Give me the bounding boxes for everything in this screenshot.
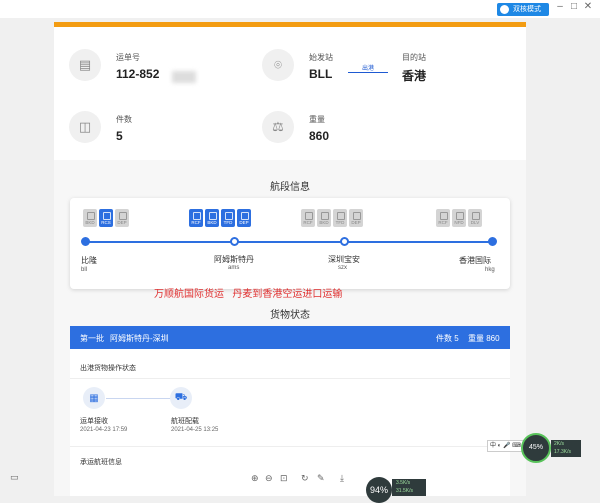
event-dep-icon: DEP	[115, 209, 129, 227]
event-rcf-icon: RCF	[436, 209, 450, 227]
event-bkd-icon: BKD	[83, 209, 97, 227]
stop-node	[488, 237, 497, 246]
route-track	[84, 241, 494, 243]
route-arrow	[348, 72, 388, 73]
route-label: 出港	[362, 66, 375, 72]
origin-label: 始发站	[309, 53, 333, 62]
stop-code: hkg	[485, 267, 495, 273]
waybill-info-panel: ▤ 运单号 112-852 ⌾ 始发站 BLL 出港 目的站 香港 ◫ 件数 5…	[54, 27, 526, 160]
maximize-button[interactable]: □	[567, 1, 581, 12]
redacted-block	[172, 71, 196, 83]
stop-node	[81, 237, 90, 246]
scale-icon: ⚖	[262, 111, 294, 143]
batch-label: 第一批	[80, 334, 104, 343]
destination-value: 香港	[402, 69, 427, 83]
divider	[70, 446, 510, 447]
tray-upload: 2K/s	[554, 441, 565, 447]
batch-weight: 重量 860	[468, 334, 500, 343]
fit-page-icon[interactable]: ⊡	[280, 473, 288, 484]
step-label: 运单接收	[80, 418, 108, 425]
zoom-in-icon[interactable]: ⊕	[251, 473, 259, 484]
badge-label: 双核模式	[513, 6, 541, 13]
status-title: 出港货物操作状态	[80, 365, 136, 372]
event-nfd-icon: NFD	[452, 209, 466, 227]
package-icon: ◫	[69, 111, 101, 143]
stop-node	[230, 237, 239, 246]
network-speed-widget: 3.5K/s 31.5K/s	[392, 479, 426, 496]
location-pin-icon: ⌾	[262, 49, 294, 81]
destination-label: 目的站	[402, 53, 426, 62]
divider	[70, 378, 510, 379]
cpu-ring: 45%	[521, 433, 551, 463]
event-dep-icon: DEP	[237, 209, 251, 227]
download-speed: 31.5K/s	[396, 488, 413, 494]
cargo-batch-header[interactable]: 第一批 阿姆斯特丹-深圳 件数 5 重量 860	[70, 326, 510, 349]
event-rcf-icon: RCF	[189, 209, 203, 227]
event-dlv-icon: DLV	[468, 209, 482, 227]
browser-logo-icon	[500, 5, 509, 14]
promo-note: 万顺航国际货运 丹麦到香港空运进口运输	[154, 289, 343, 300]
flight-segment-card: BKD RCS DEP RCF BKD TFD DEP RCF BKD TFD DEP RCF NFD D…	[70, 198, 510, 289]
step-time: 2021-04-23 17:59	[80, 427, 128, 433]
zoom-indicator: 94%	[366, 477, 392, 503]
weight-label: 重量	[309, 115, 325, 124]
batch-pieces: 件数 5	[436, 334, 459, 343]
stop-city: 比隆	[81, 256, 97, 265]
cargo-section-title: 货物状态	[270, 310, 310, 321]
stop-city: 阿姆斯特丹	[214, 255, 254, 264]
flight-info-title: 承运航班信息	[80, 459, 122, 466]
stop-code: ams	[228, 265, 240, 271]
waybill-label: 运单号	[116, 53, 140, 62]
stop-city: 香港国际	[459, 256, 491, 265]
event-rcs-icon: RCS	[99, 209, 113, 227]
step-time: 2021-04-25 13:25	[171, 427, 219, 433]
zoom-out-icon[interactable]: ⊖	[265, 473, 273, 484]
event-bkd-icon: BKD	[205, 209, 219, 227]
draw-icon[interactable]: ✎	[317, 473, 325, 484]
tray-download: 17.3K/s	[554, 449, 571, 455]
stop-city: 深圳宝安	[328, 255, 360, 264]
stop-node	[340, 237, 349, 246]
event-bkd-icon: BKD	[317, 209, 331, 227]
window-titlebar: 双核模式 – □ ✕	[0, 0, 600, 18]
close-button[interactable]: ✕	[581, 1, 595, 12]
weight-value: 860	[309, 129, 330, 143]
upload-speed: 3.5K/s	[396, 480, 411, 486]
document-icon: ▤	[69, 49, 101, 81]
step-label: 航班配载	[171, 418, 199, 425]
waybill-number: 112-852	[116, 67, 160, 81]
zoom-value: 94	[369, 485, 380, 495]
event-rcf-icon: RCF	[301, 209, 315, 227]
viewer-toolbar	[0, 470, 600, 496]
flight-section-title: 航段信息	[270, 182, 310, 193]
tray-speed-widget: 2K/s 17.3K/s	[551, 440, 581, 457]
origin-value: BLL	[309, 67, 333, 81]
pieces-value: 5	[116, 129, 123, 143]
stop-code: szx	[338, 265, 347, 271]
event-tfd-icon: TFD	[221, 209, 235, 227]
rotate-icon[interactable]: ↻	[301, 473, 309, 484]
building-icon: ▦	[83, 387, 105, 409]
zoom-unit: %	[380, 485, 389, 495]
tracking-page: ▤ 运单号 112-852 ⌾ 始发站 BLL 出港 目的站 香港 ◫ 件数 5…	[54, 22, 526, 496]
cargo-load-icon: ⛟	[170, 387, 192, 409]
event-tfd-icon: TFD	[333, 209, 347, 227]
event-dep-icon: DEP	[349, 209, 363, 227]
dual-core-mode-button[interactable]: 双核模式	[497, 3, 549, 16]
stop-code: bll	[81, 267, 88, 273]
download-icon[interactable]: ⤓	[340, 473, 344, 484]
batch-route: 阿姆斯特丹-深圳	[110, 334, 169, 343]
minimize-button[interactable]: –	[553, 1, 567, 12]
sidebar-toggle-icon[interactable]: ▭	[10, 472, 19, 483]
pieces-label: 件数	[116, 115, 132, 124]
